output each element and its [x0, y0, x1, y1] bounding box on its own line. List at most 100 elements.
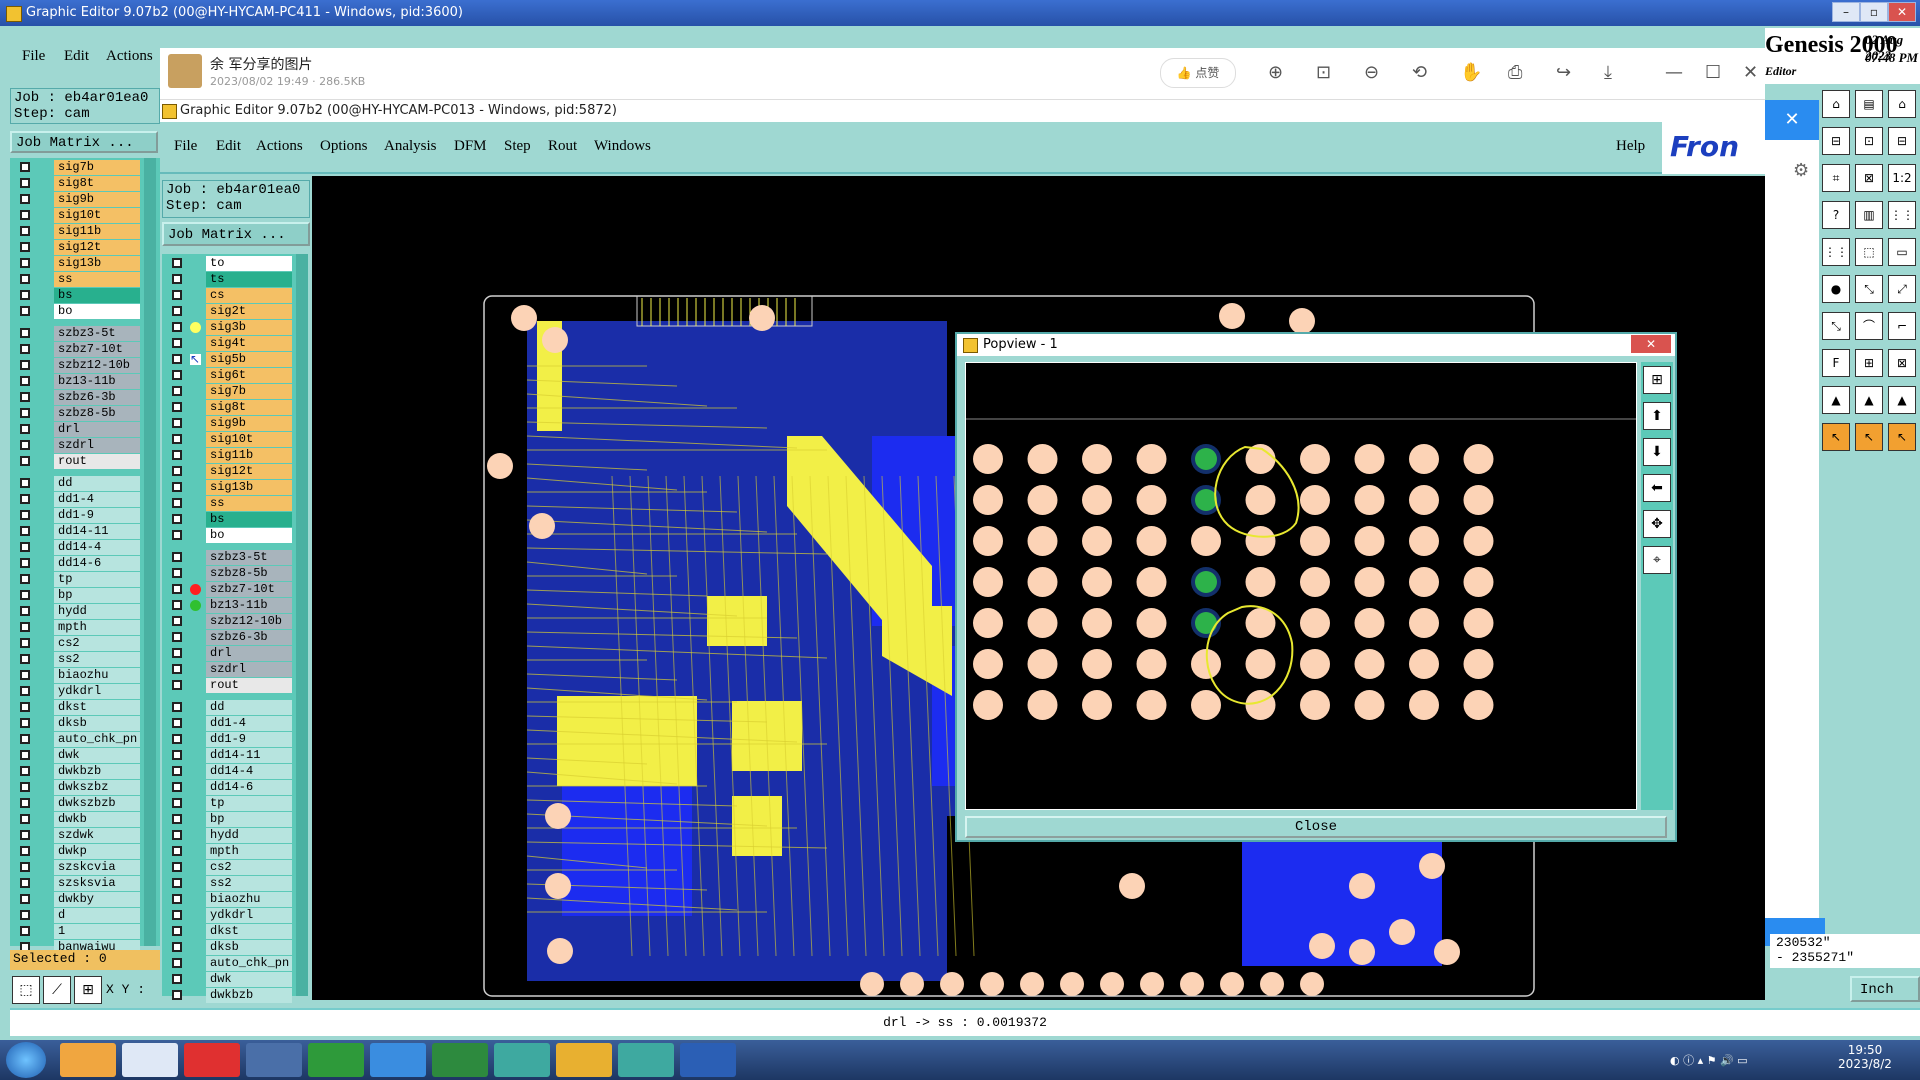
- taskbar-app-cam2[interactable]: [618, 1043, 674, 1077]
- corner-icon[interactable]: ⌐: [1888, 312, 1916, 340]
- layer-row[interactable]: dd: [10, 476, 144, 491]
- layer-row[interactable]: dd14-11: [10, 524, 144, 539]
- grid-icon[interactable]: ⊠: [1855, 164, 1883, 192]
- share-icon[interactable]: ↪: [1556, 62, 1571, 83]
- layer-checkbox[interactable]: [172, 910, 182, 920]
- layer-row[interactable]: ↖ sig5b: [162, 352, 296, 367]
- layer-checkbox[interactable]: [20, 440, 30, 450]
- front-menu-help[interactable]: Help: [1616, 138, 1645, 155]
- layer-row[interactable]: sig13b: [162, 480, 296, 495]
- layer-row[interactable]: auto_chk_pn: [10, 732, 144, 747]
- layer-checkbox[interactable]: [172, 680, 182, 690]
- split-icon[interactable]: ⊟: [1822, 127, 1850, 155]
- layer-checkbox[interactable]: [172, 878, 182, 888]
- layer-checkbox[interactable]: [172, 552, 182, 562]
- layer-row[interactable]: dkst: [162, 924, 296, 939]
- layer-row[interactable]: szdwk: [10, 828, 144, 843]
- matrix-icon[interactable]: ▥: [1855, 201, 1883, 229]
- home-icon[interactable]: ⌂: [1822, 90, 1850, 118]
- frame-icon[interactable]: ⊟: [1888, 127, 1916, 155]
- viewer-close-icon[interactable]: ✕: [1743, 62, 1758, 83]
- layer-checkbox[interactable]: [20, 226, 30, 236]
- fit-icon[interactable]: ⊡: [1316, 62, 1331, 83]
- layer-row[interactable]: szbz12-10b: [162, 614, 296, 629]
- layer-row[interactable]: bp: [162, 812, 296, 827]
- layer-row[interactable]: cs2: [10, 636, 144, 651]
- layer-row[interactable]: ydkdrl: [162, 908, 296, 923]
- layer-checkbox[interactable]: [20, 274, 30, 284]
- layer-checkbox[interactable]: [172, 450, 182, 460]
- layer-row[interactable]: dd14-4: [162, 764, 296, 779]
- layer-row[interactable]: rout: [162, 678, 296, 693]
- layer-row[interactable]: dd14-6: [10, 556, 144, 571]
- layer-checkbox[interactable]: [20, 344, 30, 354]
- layer-row[interactable]: ss: [10, 272, 144, 287]
- popview-canvas[interactable]: [965, 362, 1637, 810]
- popview-close-icon[interactable]: ✕: [1631, 335, 1671, 353]
- triangle-icon[interactable]: ▲: [1888, 386, 1916, 414]
- layer-checkbox[interactable]: [20, 210, 30, 220]
- triangle-icon[interactable]: ▲: [1822, 386, 1850, 414]
- rotate-icon[interactable]: ⟲: [1412, 62, 1427, 83]
- layer-row[interactable]: auto_chk_pn: [162, 956, 296, 971]
- layer-row[interactable]: ss2: [10, 652, 144, 667]
- layer-checkbox[interactable]: [172, 734, 182, 744]
- zoom-in-icon[interactable]: ⊕: [1268, 62, 1283, 83]
- layer-row[interactable]: dkst: [10, 700, 144, 715]
- layer-row[interactable]: bo: [10, 304, 144, 319]
- layer-row[interactable]: tp: [162, 796, 296, 811]
- scale-icon[interactable]: 1:2: [1888, 164, 1916, 192]
- layer-checkbox[interactable]: [172, 766, 182, 776]
- select-icon[interactable]: ⬚: [1855, 238, 1883, 266]
- settings-gear-icon[interactable]: ⚙: [1793, 160, 1809, 181]
- layer-checkbox[interactable]: [172, 830, 182, 840]
- layer-checkbox[interactable]: [20, 392, 30, 402]
- layer-checkbox[interactable]: [20, 894, 30, 904]
- layer-row[interactable]: szbz3-5t: [10, 326, 144, 341]
- popview-close-button[interactable]: Close: [965, 816, 1667, 838]
- layer-checkbox[interactable]: [20, 638, 30, 648]
- layer-checkbox[interactable]: [20, 424, 30, 434]
- layer-checkbox[interactable]: [20, 306, 30, 316]
- layer-checkbox[interactable]: [172, 354, 182, 364]
- layer-row[interactable]: biaozhu: [162, 892, 296, 907]
- layer-checkbox[interactable]: [172, 942, 182, 952]
- layer-checkbox[interactable]: [172, 782, 182, 792]
- layer-row[interactable]: szskcvia: [10, 860, 144, 875]
- layer-checkbox[interactable]: [20, 258, 30, 268]
- layer-row[interactable]: bo: [162, 528, 296, 543]
- layer-checkbox[interactable]: [20, 702, 30, 712]
- layer-checkbox[interactable]: [172, 568, 182, 578]
- layer-checkbox[interactable]: [172, 514, 182, 524]
- back-maximize-button[interactable]: ▫: [1860, 2, 1888, 22]
- back-close-button[interactable]: ✕: [1888, 2, 1916, 22]
- front-menu-step[interactable]: Step: [504, 138, 531, 155]
- layer-row[interactable]: sig11b: [162, 448, 296, 463]
- layer-checkbox[interactable]: [20, 494, 30, 504]
- layer-row[interactable]: sig4t: [162, 336, 296, 351]
- pointer-icon[interactable]: ↖: [1888, 423, 1916, 451]
- layer-row[interactable]: sig7b: [162, 384, 296, 399]
- front-job-matrix-button[interactable]: Job Matrix ...: [162, 222, 310, 246]
- layer-checkbox[interactable]: [20, 718, 30, 728]
- layer-row[interactable]: ss2: [162, 876, 296, 891]
- back-menu-file[interactable]: File: [22, 48, 45, 65]
- layer-row[interactable]: sig8t: [10, 176, 144, 191]
- front-menu-file[interactable]: File: [174, 138, 197, 155]
- layer-checkbox[interactable]: [172, 814, 182, 824]
- layer-row[interactable]: sig6t: [162, 368, 296, 383]
- layer-checkbox[interactable]: [20, 376, 30, 386]
- popview-zoom-icon[interactable]: ⊞: [1643, 366, 1671, 394]
- layer-checkbox[interactable]: [20, 798, 30, 808]
- layer-checkbox[interactable]: [172, 370, 182, 380]
- layer-row[interactable]: dd14-4: [10, 540, 144, 555]
- taskbar-clock[interactable]: 19:50 2023/8/2: [1820, 1043, 1910, 1071]
- pad-icon[interactable]: ⋮⋮: [1822, 238, 1850, 266]
- layer-checkbox[interactable]: [20, 162, 30, 172]
- layer-row[interactable]: szbz12-10b: [10, 358, 144, 373]
- curve-icon[interactable]: ⌒: [1855, 312, 1883, 340]
- layer-checkbox[interactable]: [20, 574, 30, 584]
- taskbar-app-notepad[interactable]: [122, 1043, 178, 1077]
- layer-checkbox[interactable]: [172, 862, 182, 872]
- back-menu-actions[interactable]: Actions: [106, 48, 153, 65]
